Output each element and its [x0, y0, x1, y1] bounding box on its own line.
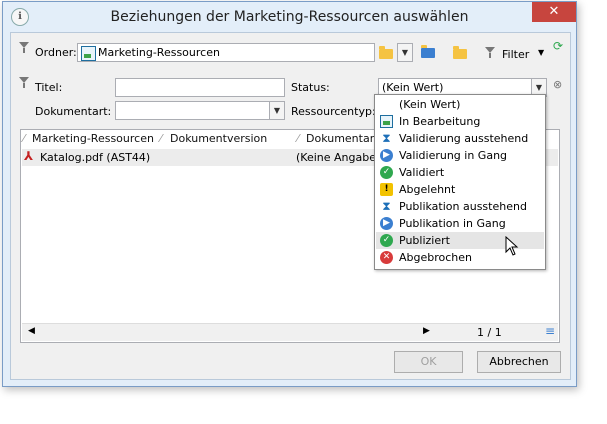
doctype-select[interactable]: ▼: [115, 101, 285, 120]
title-input[interactable]: [115, 78, 285, 97]
column-header[interactable]: Marketing-Ressourcen: [32, 132, 154, 145]
doctype-label: Dokumentart:: [35, 105, 112, 118]
column-header[interactable]: Dokumentversion: [170, 132, 267, 145]
chart-icon: [81, 46, 96, 61]
filter-funnel-icon: [19, 77, 31, 91]
title-bar[interactable]: ℹ Beziehungen der Marketing-Ressourcen a…: [3, 2, 576, 32]
list-item[interactable]: ⧗ Validierung ausstehend: [376, 130, 544, 147]
hourglass-icon: ⧗: [382, 131, 391, 145]
cancel-button[interactable]: Abbrechen: [477, 351, 561, 373]
column-header[interactable]: Dokumentart: [306, 132, 379, 145]
row-name: Katalog.pdf (AST44): [40, 151, 151, 164]
filter-button[interactable]: Filter: [502, 48, 529, 61]
folder-browse-icon[interactable]: [379, 46, 393, 59]
window-title: Beziehungen der Marketing-Ressourcen aus…: [110, 9, 469, 25]
pager-label: 1 / 1: [477, 326, 502, 339]
option-label: Abgebrochen: [399, 251, 473, 264]
list-item[interactable]: (Kein Wert): [376, 96, 544, 113]
option-label: Abgelehnt: [399, 183, 456, 196]
list-item[interactable]: ✓ Validiert: [376, 164, 544, 181]
folder-dropdown-button[interactable]: ▼: [397, 43, 413, 62]
status-dropdown-list: (Kein Wert) In Bearbeitung ⧗ Validierung…: [374, 94, 546, 270]
doctype-dropdown-button[interactable]: ▼: [269, 101, 285, 120]
folder-label: Ordner:: [35, 46, 77, 59]
chart-icon: [380, 115, 393, 128]
list-item[interactable]: ! Abgelehnt: [376, 181, 544, 198]
play-icon: ▶: [380, 217, 393, 230]
status-label: Status:: [291, 81, 330, 94]
cancel-icon: ✕: [380, 251, 393, 264]
option-label: (Kein Wert): [399, 98, 461, 111]
menu-icon[interactable]: ≡: [545, 324, 555, 338]
status-value: (Kein Wert): [382, 81, 444, 94]
folder-input[interactable]: Marketing-Ressourcen: [77, 43, 375, 62]
scroll-right-icon[interactable]: ▶: [423, 326, 430, 336]
option-label: In Bearbeitung: [399, 115, 481, 128]
sort-icon: ⁄: [297, 132, 299, 145]
scroll-left-icon[interactable]: ◀: [28, 326, 35, 336]
pdf-icon: ⅄: [24, 149, 34, 163]
mouse-cursor-icon: [505, 236, 519, 256]
option-label: Validierung in Gang: [399, 149, 508, 162]
horizontal-scrollbar[interactable]: ◀ ▶ 1 / 1 ≡: [22, 323, 558, 341]
option-label: Validiert: [399, 166, 445, 179]
sort-icon: ⁄: [23, 132, 25, 145]
list-item[interactable]: ▶ Publikation in Gang: [376, 215, 544, 232]
list-item[interactable]: ⧗ Publikation ausstehend: [376, 198, 544, 215]
refresh-icon[interactable]: ⟳: [553, 39, 563, 53]
hourglass-icon: ⧗: [382, 199, 391, 213]
filter-funnel-icon: [19, 42, 31, 56]
folder-up-icon[interactable]: [421, 45, 437, 59]
option-label: Publikation ausstehend: [399, 200, 527, 213]
check-icon: ✓: [380, 234, 393, 247]
open-folder-icon[interactable]: [453, 46, 467, 59]
warning-icon: !: [380, 183, 393, 196]
play-icon: ▶: [380, 149, 393, 162]
sort-icon: ⁄: [160, 132, 162, 145]
ok-button[interactable]: OK: [394, 351, 463, 373]
option-label: Validierung ausstehend: [399, 132, 529, 145]
row-version: (Keine Angabe): [296, 151, 381, 164]
check-icon: ✓: [380, 166, 393, 179]
list-item[interactable]: ▶ Validierung in Gang: [376, 147, 544, 164]
close-button[interactable]: ✕: [532, 2, 576, 22]
filter-dropdown-icon[interactable]: ▼: [538, 48, 544, 57]
restype-label: Ressourcentyp:: [291, 105, 376, 118]
clear-status-icon[interactable]: ⊗: [553, 78, 562, 91]
option-label: Publiziert: [399, 234, 450, 247]
list-item[interactable]: In Bearbeitung: [376, 113, 544, 130]
title-label: Titel:: [35, 81, 63, 94]
filter-icon[interactable]: [485, 47, 497, 61]
option-label: Publikation in Gang: [399, 217, 506, 230]
folder-value: Marketing-Ressourcen: [98, 46, 220, 59]
